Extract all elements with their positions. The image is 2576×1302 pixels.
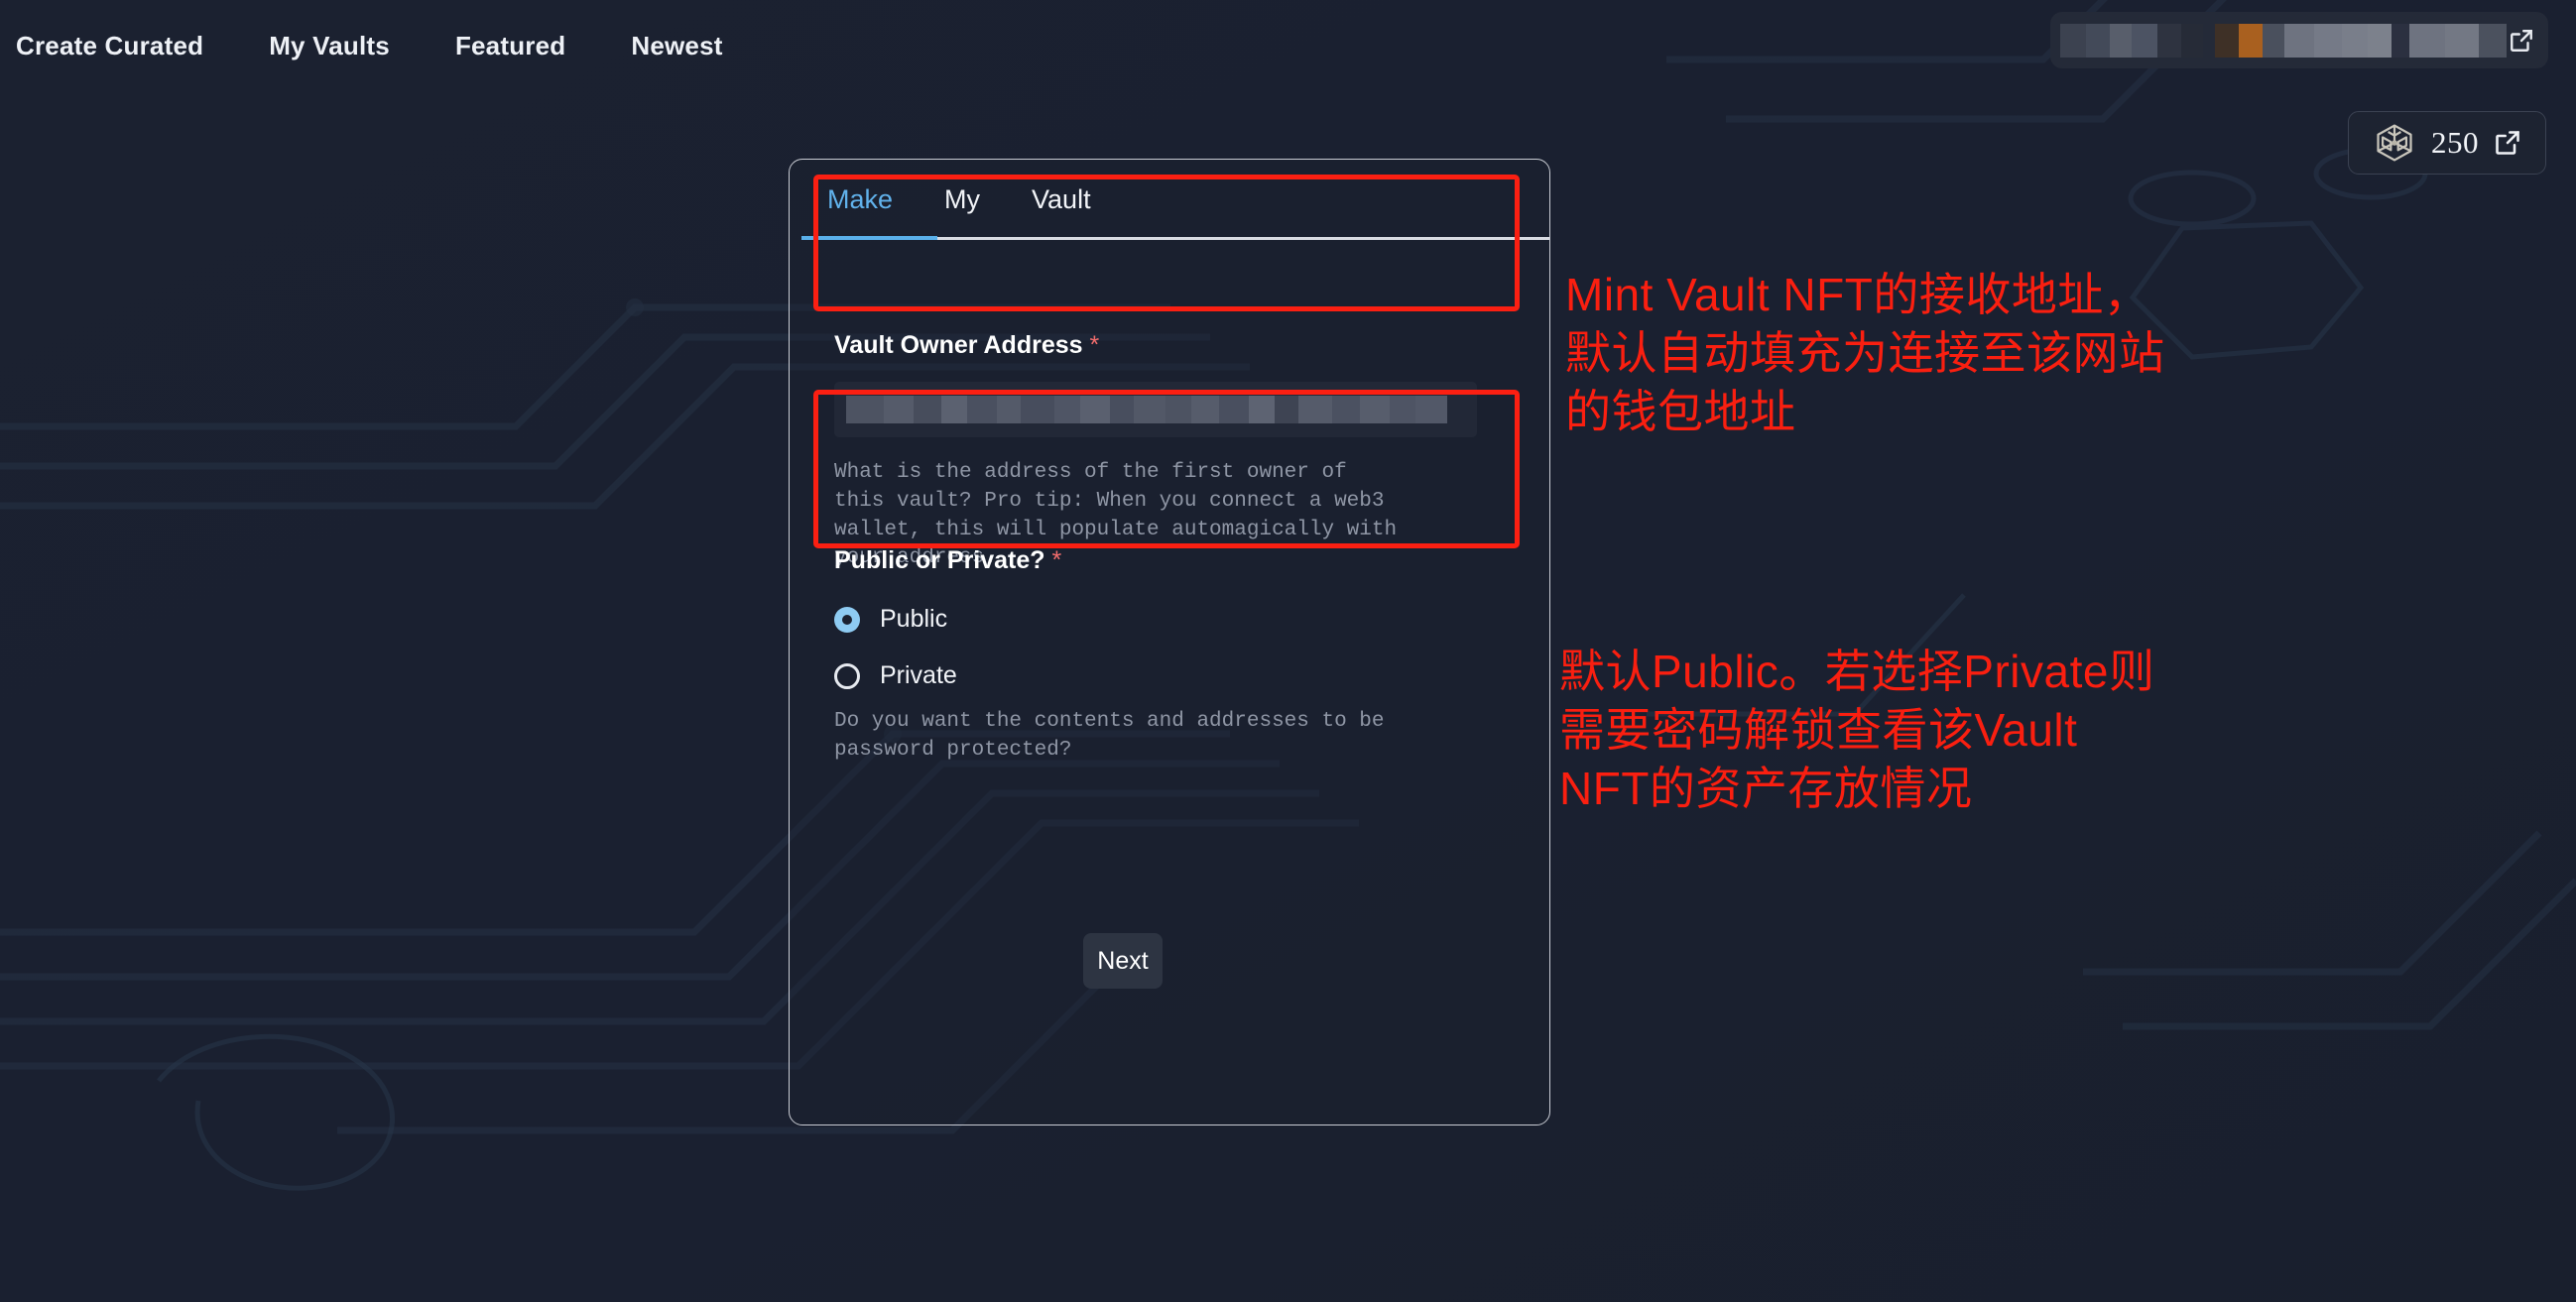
radio-unselected-icon[interactable] [834,662,860,689]
external-link-icon[interactable] [2509,28,2534,54]
radio-option-public[interactable]: Public [790,605,1549,634]
external-link-icon[interactable] [2494,129,2521,157]
radio-label-private: Private [880,661,957,689]
credits-badge[interactable]: 250 [2348,111,2546,175]
highlight-box-visibility [813,390,1520,548]
radio-selected-icon[interactable] [834,606,860,633]
visibility-label-text: Public or Private? [834,546,1045,574]
wallet-address-redacted-left [2060,23,2203,58]
create-vault-card: Make My Vault Vault Owner Address * What… [789,159,1550,1125]
highlight-box-owner-address [813,175,1520,311]
wallet-address-bar[interactable] [2050,12,2548,68]
visibility-helper-text: Do you want the contents and addresses t… [834,710,1385,762]
required-marker: * [1089,331,1100,359]
required-marker: * [1051,546,1062,574]
nav-item-my-vaults[interactable]: My Vaults [269,31,390,61]
annotation-visibility: 默认Public。若选择Private则 需要密码解锁查看该Vault NFT的… [1559,646,2155,814]
wallet-address-redacted-right [2215,23,2507,58]
radio-label-public: Public [880,605,948,633]
credits-count: 250 [2431,125,2479,160]
3d-cube-icon [2377,124,2412,162]
next-button[interactable]: Next [1083,933,1163,989]
radio-option-private[interactable]: Private [790,661,1549,690]
annotation-owner-address: Mint Vault NFT的接收地址， 默认自动填充为连接至该网站 的钱包地址 [1565,269,2165,437]
nav-item-newest[interactable]: Newest [631,31,722,61]
vault-owner-address-label-text: Vault Owner Address [834,331,1083,359]
nav-item-featured[interactable]: Featured [455,31,565,61]
vault-owner-address-label: Vault Owner Address * [790,331,1549,360]
visibility-label: Public or Private? * [790,546,1549,575]
nav-item-create-curated[interactable]: Create Curated [16,31,203,61]
top-navigation: Create Curated My Vaults Featured Newest [0,0,789,91]
visibility-field: Public or Private? * Public Private Do y… [790,546,1549,766]
